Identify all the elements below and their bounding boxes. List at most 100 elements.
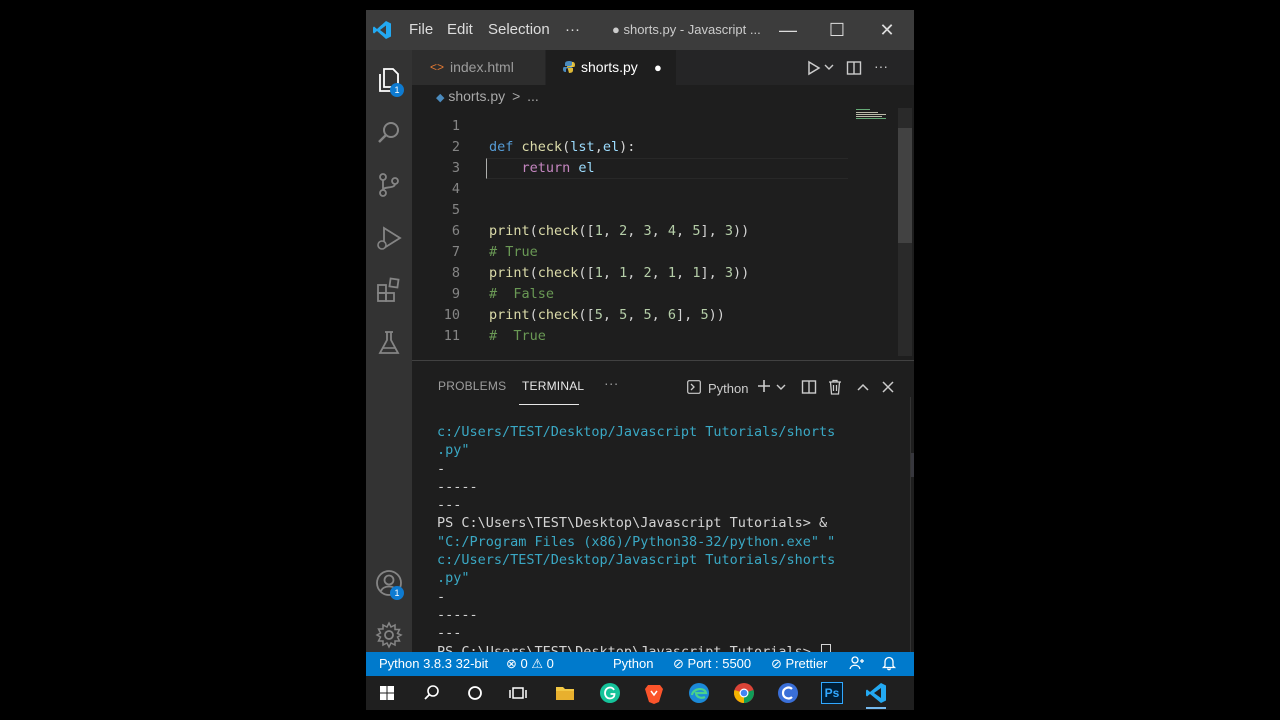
tab-label: index.html [450, 59, 514, 75]
edge-dev-icon[interactable] [776, 681, 800, 705]
modified-dot[interactable]: ● [654, 50, 662, 85]
code-token: 1 [594, 223, 603, 239]
window-title: ● shorts.py - Javascript ... [612, 22, 761, 37]
source-control-icon[interactable] [374, 170, 404, 200]
code-token: , [651, 223, 668, 239]
live-server-status[interactable]: ⊘ Port : 5500 [673, 656, 751, 672]
breadcrumb-file[interactable]: shorts.py [448, 88, 505, 104]
menu-selection[interactable]: Selection [488, 21, 550, 38]
code-token: 1 [667, 265, 677, 281]
maximize-button[interactable]: ☐ [822, 18, 852, 42]
vscode-window: File Edit Selection ··· ● shorts.py - Ja… [366, 10, 914, 710]
line-number: 7 [451, 244, 460, 260]
tab-index-html[interactable]: <> index.html [412, 50, 545, 85]
grammarly-icon[interactable] [598, 681, 622, 705]
code-text: return el [489, 158, 595, 179]
menu-edit[interactable]: Edit [447, 21, 473, 38]
terminal-instance-active[interactable] [911, 453, 914, 477]
trash-icon[interactable] [828, 379, 842, 395]
code-token: )) [732, 223, 750, 239]
brave-icon[interactable] [642, 681, 666, 705]
code-token: def [489, 139, 522, 155]
terminal-shell-label[interactable]: Python [708, 381, 748, 396]
line-number: 11 [443, 328, 460, 344]
code-token: 3 [724, 223, 733, 239]
terminal-output[interactable]: c:/Users/TEST/Desktop/Javascript Tutoria… [437, 423, 835, 661]
problems-status[interactable]: ⊗ 0 ⚠ 0 [506, 656, 554, 672]
code-token: 4 [667, 223, 677, 239]
code-token: check [537, 265, 579, 281]
maximize-panel-icon[interactable] [856, 380, 870, 394]
code-token: ([ [578, 223, 595, 239]
search-icon[interactable] [374, 118, 404, 148]
menu-file[interactable]: File [409, 21, 433, 38]
extensions-icon[interactable] [374, 275, 404, 305]
code-text: print(check([1, 2, 3, 4, 5], 3)) [489, 221, 749, 242]
terminal-line: "C:/Program Files (x86)/Python38-32/pyth… [437, 533, 836, 550]
prettier-status[interactable]: ⊘ Prettier [771, 656, 827, 672]
code-token: ], [676, 307, 701, 323]
vscode-taskbar-icon[interactable] [864, 681, 888, 709]
code-token: , [651, 307, 668, 323]
code-token: check [521, 139, 563, 155]
code-token: 6 [667, 307, 677, 323]
split-terminal-icon[interactable] [801, 379, 817, 395]
run-python-file-icon[interactable] [806, 60, 822, 76]
search-icon[interactable] [420, 681, 444, 705]
code-token: 1 [619, 265, 628, 281]
active-app-indicator [866, 707, 886, 709]
run-debug-icon[interactable] [374, 223, 404, 253]
settings-gear-icon[interactable] [374, 620, 404, 650]
tab-problems[interactable]: PROBLEMS [438, 379, 506, 393]
code-token: 5 [643, 307, 652, 323]
new-terminal-icon[interactable] [756, 378, 772, 394]
python-interpreter[interactable]: Python 3.8.3 32-bit [379, 656, 488, 671]
code-token: )) [708, 307, 725, 323]
task-view-icon[interactable] [506, 681, 530, 705]
code-editor[interactable]: 1 2 def check(lst,el): 3 return el 4 5 6 print(… [412, 106, 898, 356]
code-token: check [537, 307, 579, 323]
more-actions-icon[interactable]: ··· [874, 58, 888, 74]
minimize-button[interactable]: — [773, 18, 803, 42]
testing-icon[interactable] [374, 328, 404, 358]
chevron-down-icon[interactable] [776, 382, 786, 392]
code-token: ( [529, 223, 538, 239]
title-bar: File Edit Selection ··· ● shorts.py - Ja… [366, 10, 914, 50]
windows-start-icon[interactable] [375, 681, 399, 705]
close-button[interactable]: ✕ [872, 18, 902, 42]
code-token: el [602, 139, 620, 155]
warning-count: 0 [546, 656, 554, 671]
tab-terminal[interactable]: TERMINAL [522, 379, 584, 393]
terminal-line: --- [437, 625, 462, 642]
feedback-icon[interactable] [849, 655, 865, 671]
edge-icon[interactable] [687, 681, 711, 705]
code-token: , [594, 139, 603, 155]
bell-icon[interactable] [881, 655, 897, 671]
terminal-line: - [437, 460, 446, 477]
terminal-line: ----- [437, 478, 478, 495]
cortana-icon[interactable] [463, 681, 487, 705]
terminal-line: --- [437, 497, 462, 514]
chevron-down-icon[interactable] [824, 62, 834, 72]
code-token: ( [529, 307, 538, 323]
code-token: , [627, 265, 644, 281]
vscode-logo-icon [372, 20, 392, 40]
breadcrumb-more[interactable]: ... [527, 88, 539, 104]
code-text: # False [489, 284, 554, 305]
language-mode[interactable]: Python [613, 656, 653, 671]
menu-more[interactable]: ··· [565, 21, 580, 38]
panel-more[interactable]: ··· [604, 375, 619, 391]
file-explorer-icon[interactable] [553, 681, 577, 705]
chrome-icon[interactable] [732, 681, 756, 705]
prettier-label: Prettier [785, 656, 828, 671]
tab-shorts-py[interactable]: shorts.py ● [546, 50, 676, 85]
editor-scrollbar-thumb[interactable] [898, 128, 912, 243]
tab-label: shorts.py [581, 59, 638, 75]
accounts-badge: 1 [390, 586, 404, 600]
split-editor-icon[interactable] [846, 60, 862, 76]
photoshop-icon[interactable]: Ps [820, 681, 844, 705]
code-token: ): [619, 139, 636, 155]
code-text: print(check([5, 5, 5, 6], 5)) [489, 305, 725, 326]
close-panel-icon[interactable] [881, 380, 895, 394]
code-token: print [489, 223, 530, 239]
